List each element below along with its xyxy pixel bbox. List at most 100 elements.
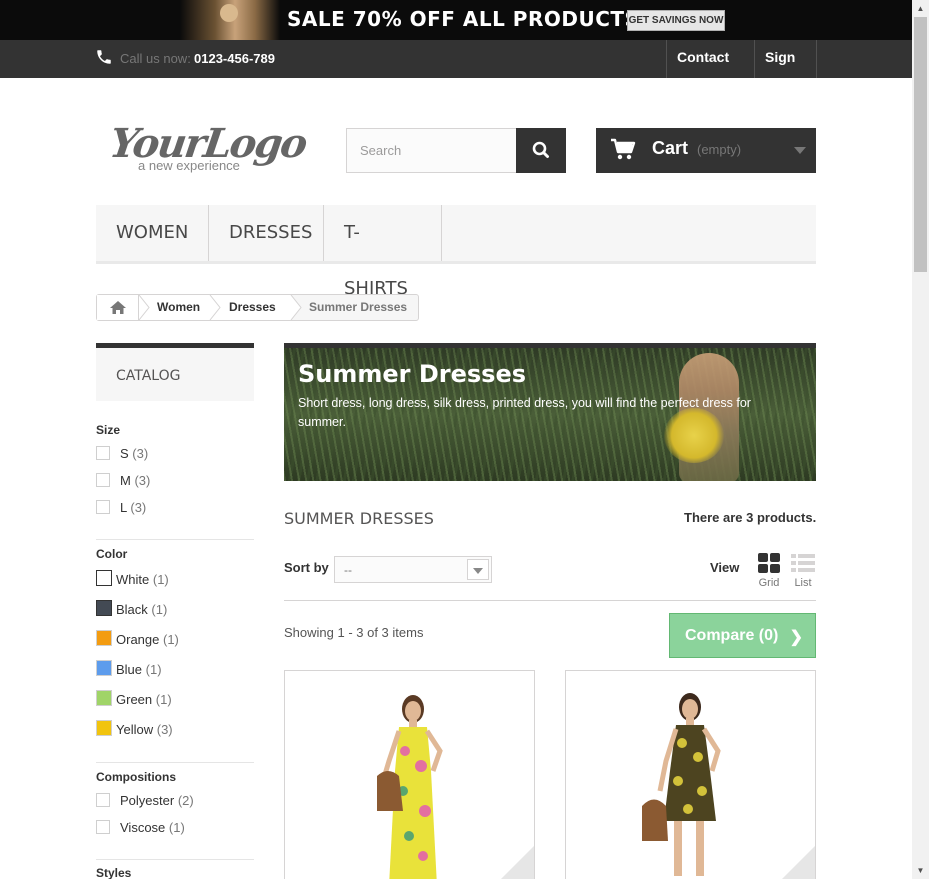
scroll-thumb[interactable] [914,17,927,272]
breadcrumb-separator [209,295,221,320]
category-banner: Summer Dresses Short dress, long dress, … [284,343,816,481]
filter-color-title: Color [96,547,128,561]
filter-option-label: Green [116,692,153,707]
filter-option-count: (1) [155,692,172,707]
filter-option-label: Polyester [120,793,175,808]
filter-option-count: (3) [130,500,147,515]
breadcrumb: Women Dresses Summer Dresses [96,294,419,321]
filter-option-count: (1) [163,632,179,647]
catalog-title: CATALOG [116,368,181,384]
category-description: Short dress, long dress, silk dress, pri… [298,396,751,429]
product-card[interactable] [565,670,816,879]
scroll-up-arrow-icon[interactable]: ▲ [912,0,929,17]
color-swatch[interactable] [96,690,112,706]
compare-button[interactable]: Compare (0) ❯ [669,613,816,658]
filter-divider [96,539,254,540]
list-icon [791,554,815,572]
filter-option-count: (3) [132,446,149,461]
filter-option-label: M [120,473,131,488]
filter-divider [96,762,254,763]
logo-tagline: a new experience [138,158,240,173]
filter-option-count: (3) [156,722,173,737]
search-input[interactable] [347,129,516,172]
search-box [346,128,517,173]
promo-headline: SALE 70% OFF ALL PRODUCTS [287,7,640,31]
listing-title: SUMMER DRESSES [284,509,434,528]
view-grid-button[interactable]: Grid [756,552,782,590]
filter-compositions-title: Compositions [96,770,176,784]
home-icon [110,301,126,314]
promo-model-image [180,0,280,40]
shopping-cart-icon [611,138,636,160]
checkbox[interactable] [96,446,110,460]
color-swatch[interactable] [96,570,112,586]
showing-items-text: Showing 1 - 3 of 3 items [284,625,424,640]
checkbox[interactable] [96,473,110,487]
site-logo[interactable]: YourLogo a new experience [107,120,309,180]
filter-option-count: (1) [168,820,185,835]
breadcrumb-current: Summer Dresses [309,300,408,314]
view-grid-caption: Grid [758,577,780,589]
card-corner-fold [777,846,815,879]
sort-selected-value: -- [344,563,352,577]
product-card[interactable] [284,670,535,879]
color-swatch[interactable] [96,660,112,676]
checkbox[interactable] [96,500,110,514]
chevron-right-icon: ❯ [789,629,803,646]
search-icon [532,141,549,158]
filter-option-label: L [120,500,127,515]
product-count: There are 3 products. [684,510,817,525]
menu-item-t-shirts[interactable]: T-SHIRTS [324,205,442,299]
color-swatch[interactable] [96,630,112,646]
filter-option-count: (3) [134,473,151,488]
sign-in-link[interactable]: Sign in [754,40,817,99]
sort-bar: Sort by -- View Grid List [284,550,816,601]
view-list-caption: List [794,577,812,589]
filter-option-count: (1) [152,572,169,587]
filter-option-count: (1) [151,602,168,617]
phone-icon [97,50,111,64]
chevron-down-icon [794,147,806,154]
checkbox[interactable] [96,820,110,834]
phone-number: 0123-456-789 [194,51,275,66]
view-list-button[interactable]: List [790,552,816,590]
call-us-label: Call us now: [120,51,191,66]
card-corner-fold [496,846,534,879]
menu-item-women[interactable]: WOMEN [96,205,209,261]
filter-option-count: (2) [177,793,194,808]
breadcrumb-separator [138,295,150,320]
category-name: Summer Dresses [298,360,527,388]
color-swatch[interactable] [96,720,112,736]
cart-status: (empty) [697,142,742,157]
scroll-down-arrow-icon[interactable]: ▼ [912,862,929,879]
cart-button[interactable]: Cart (empty) [596,128,816,173]
checkbox[interactable] [96,793,110,807]
filter-option-count: (1) [145,662,162,677]
main-menu: WOMEN DRESSES T-SHIRTS [96,205,816,299]
view-label: View [710,560,740,575]
cart-label: Cart [652,138,689,158]
filter-option-label: White [116,572,150,587]
breadcrumb-home[interactable] [97,295,139,320]
filter-option-label: Viscose [120,820,166,835]
get-savings-button[interactable]: GET SAVINGS NOW [627,10,725,31]
filter-option-label: Black [116,602,148,617]
grid-icon [758,553,780,573]
catalog-header: CATALOG [96,343,254,401]
filter-option-label: Yellow [116,722,154,737]
compare-label: Compare (0) [685,627,779,644]
menu-item-dresses[interactable]: DRESSES [209,205,324,261]
color-swatch[interactable] [96,600,112,616]
search-button[interactable] [516,128,566,173]
chevron-down-icon [473,568,483,574]
top-nav-bar: Call us now: 0123-456-789 Contact us Sig… [0,40,912,99]
page-scrollbar[interactable]: ▲ ▼ [912,0,929,879]
filter-option-label: S [120,446,129,461]
contact-us-link[interactable]: Contact us [666,40,755,99]
filter-divider [96,859,254,860]
sort-label: Sort by [284,560,329,575]
sort-select[interactable]: -- [334,556,492,583]
promo-banner[interactable]: SALE 70% OFF ALL PRODUCTS GET SAVINGS NO… [0,0,912,40]
filter-size-title: Size [96,423,121,437]
filter-option-label: Orange [116,632,160,647]
